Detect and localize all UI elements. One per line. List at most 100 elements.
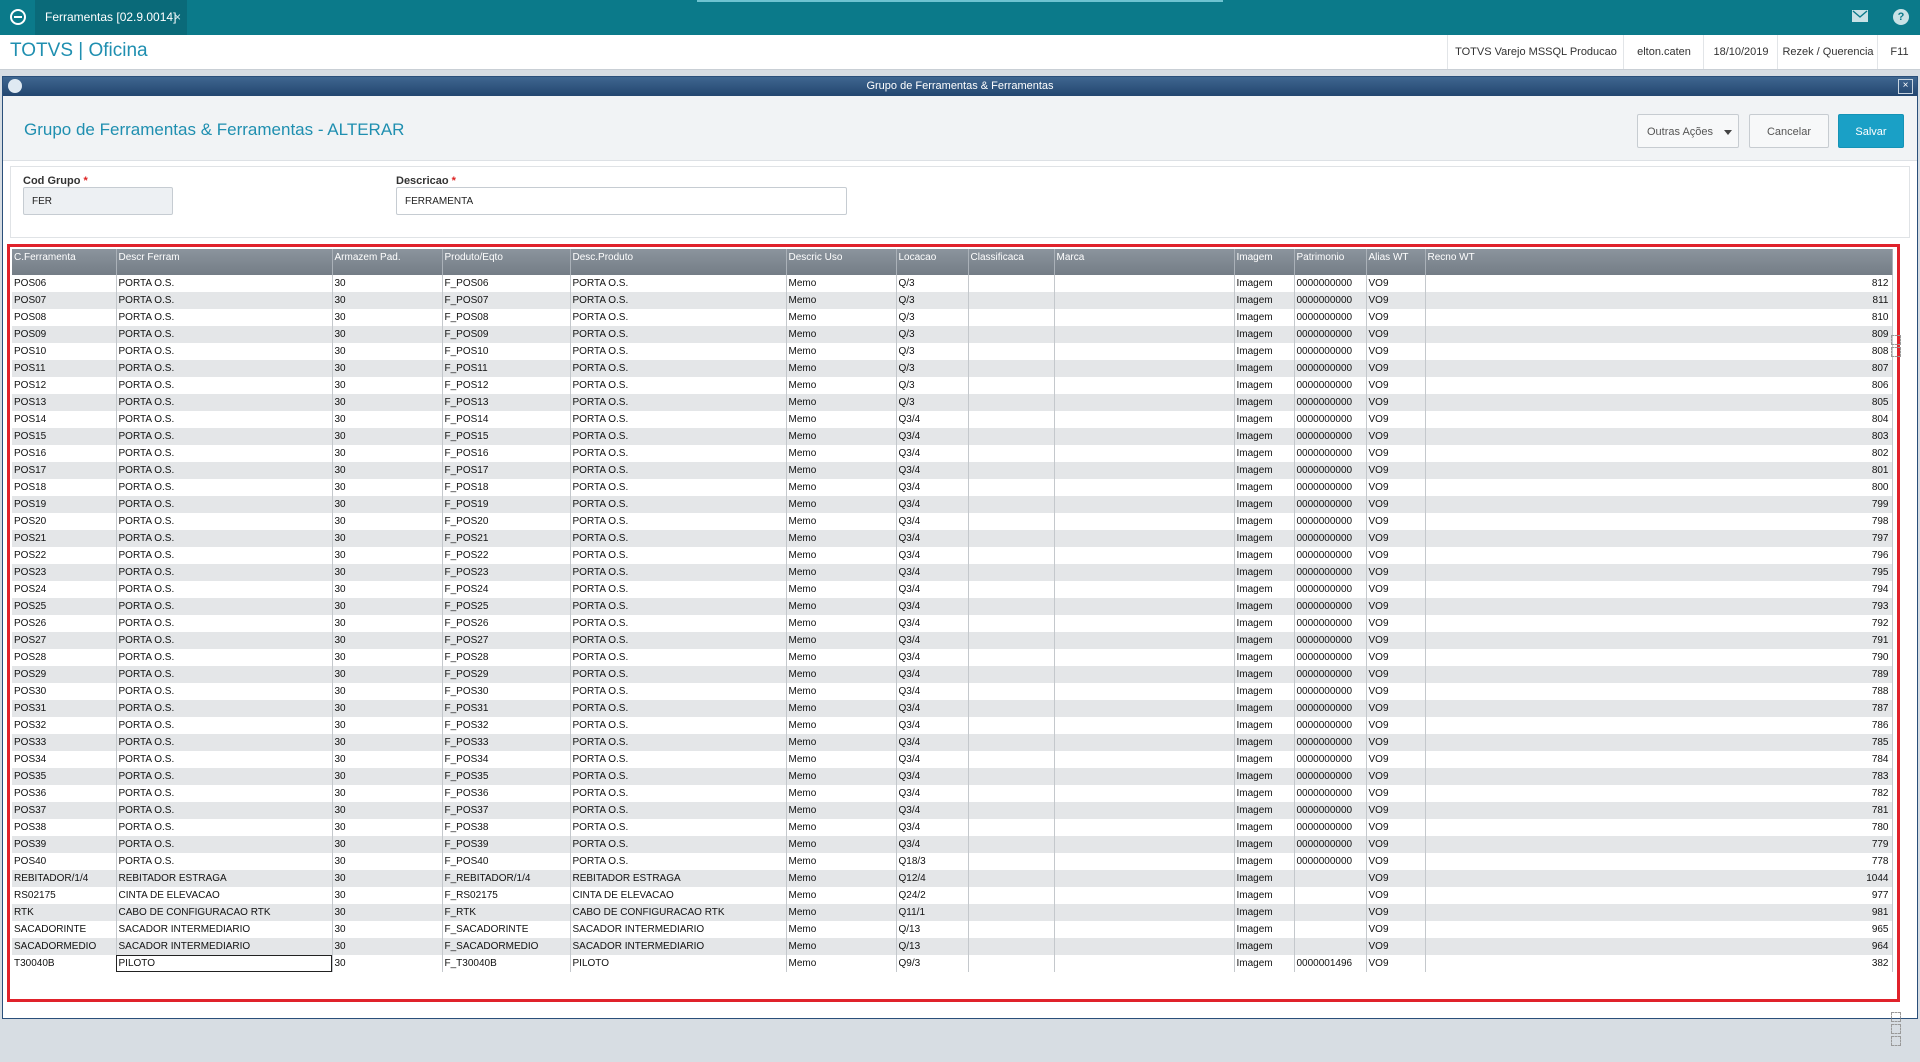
table-cell[interactable]: Q3/4 — [896, 683, 969, 700]
table-cell[interactable]: Memo — [786, 904, 897, 921]
table-cell[interactable]: Imagem — [1234, 479, 1295, 496]
table-cell[interactable] — [1054, 802, 1235, 819]
table-cell[interactable]: Q/3 — [896, 343, 969, 360]
table-cell[interactable]: Memo — [786, 513, 897, 530]
table-cell[interactable]: POS20 — [12, 513, 117, 530]
table-cell[interactable]: Q3/4 — [896, 836, 969, 853]
table-cell[interactable]: PORTA O.S. — [570, 360, 787, 377]
table-cell[interactable]: PORTA O.S. — [570, 309, 787, 326]
table-cell[interactable]: Q3/4 — [896, 666, 969, 683]
table-cell[interactable]: PORTA O.S. — [116, 683, 333, 700]
table-cell[interactable]: 30 — [332, 360, 443, 377]
table-row[interactable]: RS02175 CINTA DE ELEVACAO 30 F_RS02175 CINTA… — [12, 887, 1893, 904]
table-cell[interactable]: 30 — [332, 292, 443, 309]
table-cell[interactable] — [1054, 292, 1235, 309]
table-cell[interactable]: F_POS27 — [442, 632, 571, 649]
table-cell[interactable] — [1054, 683, 1235, 700]
table-row[interactable]: POS31 PORTA O.S. 30 F_POS31 PORTA O.S. Memo Q3… — [12, 700, 1893, 717]
table-cell[interactable]: Memo — [786, 751, 897, 768]
table-cell[interactable]: PORTA O.S. — [116, 785, 333, 802]
table-cell[interactable]: 30 — [332, 326, 443, 343]
table-cell[interactable] — [968, 785, 1055, 802]
table-cell[interactable]: PORTA O.S. — [570, 275, 787, 292]
table-cell[interactable]: 791 — [1425, 632, 1893, 649]
table-cell[interactable]: CABO DE CONFIGURACAO RTK — [570, 904, 787, 921]
table-row[interactable]: POS10 PORTA O.S. 30 F_POS10 PORTA O.S. Memo Q/… — [12, 343, 1893, 360]
table-cell[interactable]: 30 — [332, 853, 443, 870]
table-cell[interactable]: 0000000000 — [1294, 836, 1367, 853]
table-cell[interactable]: CINTA DE ELEVACAO — [116, 887, 333, 904]
table-cell[interactable]: POS14 — [12, 411, 117, 428]
table-cell[interactable]: 786 — [1425, 717, 1893, 734]
table-cell[interactable]: Memo — [786, 445, 897, 462]
table-cell[interactable]: POS08 — [12, 309, 117, 326]
table-cell[interactable]: F_POS12 — [442, 377, 571, 394]
table-cell[interactable]: 0000000000 — [1294, 292, 1367, 309]
table-cell[interactable]: Memo — [786, 462, 897, 479]
table-cell[interactable] — [968, 428, 1055, 445]
table-cell[interactable]: Memo — [786, 632, 897, 649]
f11-shortcut[interactable]: F11 — [1877, 35, 1920, 69]
table-cell[interactable]: 784 — [1425, 751, 1893, 768]
table-cell[interactable] — [968, 938, 1055, 955]
table-cell[interactable]: F_POS40 — [442, 853, 571, 870]
table-cell[interactable]: Q24/2 — [896, 887, 969, 904]
table-cell[interactable]: 802 — [1425, 445, 1893, 462]
table-cell[interactable] — [968, 768, 1055, 785]
table-cell[interactable]: Memo — [786, 955, 897, 972]
column-header[interactable]: Produto/Eqto — [442, 249, 571, 275]
table-cell[interactable] — [1054, 751, 1235, 768]
table-cell[interactable]: VO9 — [1366, 462, 1426, 479]
table-cell[interactable]: 30 — [332, 955, 443, 972]
table-row[interactable]: POS09 PORTA O.S. 30 F_POS09 PORTA O.S. Memo Q/… — [12, 326, 1893, 343]
table-cell[interactable] — [1054, 428, 1235, 445]
table-cell[interactable] — [968, 836, 1055, 853]
table-row[interactable]: SACADORINTE SACADOR INTERMEDIARIO 30 F_SACA… — [12, 921, 1893, 938]
cancel-button[interactable]: Cancelar — [1749, 114, 1829, 148]
table-cell[interactable]: PORTA O.S. — [570, 513, 787, 530]
table-cell[interactable]: F_POS15 — [442, 428, 571, 445]
table-cell[interactable]: PORTA O.S. — [570, 785, 787, 802]
table-cell[interactable]: CINTA DE ELEVACAO — [570, 887, 787, 904]
table-cell[interactable]: PORTA O.S. — [570, 615, 787, 632]
table-cell[interactable]: VO9 — [1366, 343, 1426, 360]
table-cell[interactable]: VO9 — [1366, 615, 1426, 632]
table-cell[interactable] — [1054, 700, 1235, 717]
table-cell[interactable]: 0000000000 — [1294, 751, 1367, 768]
table-cell[interactable] — [1054, 904, 1235, 921]
table-cell[interactable]: Imagem — [1234, 649, 1295, 666]
table-cell[interactable]: F_POS37 — [442, 802, 571, 819]
table-cell[interactable]: 783 — [1425, 768, 1893, 785]
table-cell[interactable]: Q3/4 — [896, 615, 969, 632]
table-cell[interactable]: Imagem — [1234, 853, 1295, 870]
table-cell[interactable]: Imagem — [1234, 309, 1295, 326]
table-cell[interactable]: VO9 — [1366, 853, 1426, 870]
table-cell[interactable]: PORTA O.S. — [116, 734, 333, 751]
table-row[interactable]: POS28 PORTA O.S. 30 F_POS28 PORTA O.S. Memo Q3… — [12, 649, 1893, 666]
table-row[interactable]: POS12 PORTA O.S. 30 F_POS12 PORTA O.S. Memo Q/… — [12, 377, 1893, 394]
table-cell[interactable]: F_POS08 — [442, 309, 571, 326]
table-row[interactable]: POS38 PORTA O.S. 30 F_POS38 PORTA O.S. Memo Q3… — [12, 819, 1893, 836]
table-cell[interactable]: PORTA O.S. — [570, 819, 787, 836]
table-cell[interactable]: F_POS35 — [442, 768, 571, 785]
table-cell[interactable]: 0000000000 — [1294, 377, 1367, 394]
table-row[interactable]: POS35 PORTA O.S. 30 F_POS35 PORTA O.S. Memo Q3… — [12, 768, 1893, 785]
table-cell[interactable]: Imagem — [1234, 394, 1295, 411]
table-cell[interactable]: 799 — [1425, 496, 1893, 513]
table-cell[interactable]: F_POS18 — [442, 479, 571, 496]
table-cell[interactable]: PORTA O.S. — [570, 598, 787, 615]
table-cell[interactable]: Memo — [786, 343, 897, 360]
table-row[interactable]: POS32 PORTA O.S. 30 F_POS32 PORTA O.S. Memo Q3… — [12, 717, 1893, 734]
table-cell[interactable]: POS23 — [12, 564, 117, 581]
table-cell[interactable] — [1054, 632, 1235, 649]
save-button[interactable]: Salvar — [1838, 114, 1904, 148]
table-cell[interactable]: VO9 — [1366, 411, 1426, 428]
table-cell[interactable]: 30 — [332, 462, 443, 479]
table-cell[interactable]: POS21 — [12, 530, 117, 547]
table-cell[interactable]: 0000000000 — [1294, 326, 1367, 343]
table-cell[interactable]: PORTA O.S. — [570, 326, 787, 343]
table-cell[interactable]: Q3/4 — [896, 547, 969, 564]
table-cell[interactable]: Imagem — [1234, 343, 1295, 360]
table-cell[interactable]: VO9 — [1366, 802, 1426, 819]
table-cell[interactable]: 30 — [332, 394, 443, 411]
